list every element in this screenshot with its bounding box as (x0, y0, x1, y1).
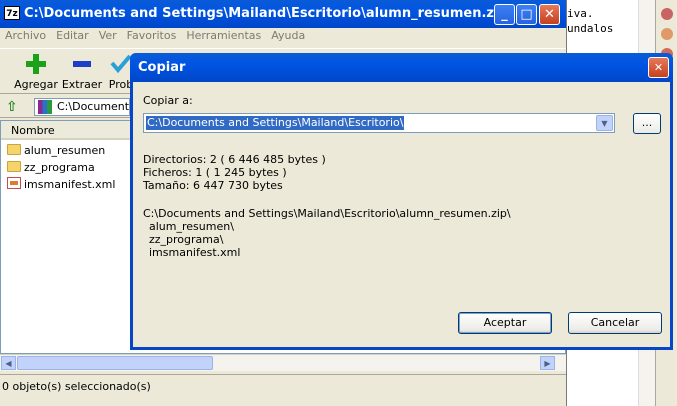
tool-icon[interactable] (661, 28, 673, 40)
list-item[interactable]: zz_programa (7, 160, 95, 176)
add-button[interactable]: Agregar (14, 53, 58, 91)
browse-button[interactable]: ... (633, 113, 661, 134)
check-icon (110, 53, 132, 75)
editor-text: iva. undalos (567, 7, 614, 35)
close-button[interactable]: ✕ (539, 4, 560, 25)
up-folder-icon[interactable]: ⇧ (6, 99, 22, 115)
menu-archivo[interactable]: Archivo (0, 28, 51, 44)
xml-file-icon (7, 177, 21, 189)
plus-icon (25, 53, 47, 75)
menu-herramientas[interactable]: Herramientas (181, 28, 266, 44)
menu-editar[interactable]: Editar (51, 28, 94, 44)
record-icon[interactable] (661, 8, 673, 20)
dialog-title-bar[interactable]: Copiar ✕ (130, 53, 673, 82)
address-text: C:\Documents a (57, 100, 130, 113)
chevron-down-icon[interactable]: ▼ (596, 115, 613, 131)
copy-to-label: Copiar a: (143, 94, 193, 107)
file-name: imsmanifest.xml (24, 178, 116, 191)
menu-ver[interactable]: Ver (94, 28, 122, 44)
cancel-button[interactable]: Cancelar (568, 312, 662, 334)
file-name: alum_resumen (24, 144, 106, 157)
extract-label: Extraer (61, 78, 103, 91)
window-title: C:\Documents and Settings\Mailand\Escrit… (24, 6, 513, 21)
minus-icon (71, 53, 93, 75)
minimize-button[interactable]: _ (494, 4, 515, 25)
status-bar: 0 objeto(s) seleccionado(s) (0, 374, 566, 406)
destination-value[interactable]: C:\Documents and Settings\Mailand\Escrit… (146, 116, 405, 130)
folder-icon (7, 161, 21, 172)
dialog-body: Copiar a: C:\Documents and Settings\Mail… (133, 82, 670, 347)
menu-ayuda[interactable]: Ayuda (266, 28, 310, 44)
directories-stat: Directorios: 2 ( 6 446 485 bytes ) (143, 153, 326, 166)
dialog-title: Copiar (138, 60, 186, 75)
list-item[interactable]: imsmanifest.xml (7, 177, 115, 193)
app-icon: 7z (4, 6, 20, 20)
maximize-button[interactable]: □ (516, 4, 537, 25)
source-item: zz_programa\ (149, 233, 224, 246)
menu-favoritos[interactable]: Favoritos (122, 28, 182, 44)
accept-button[interactable]: Aceptar (458, 312, 552, 334)
folder-icon (7, 144, 21, 155)
size-stat: Tamaño: 6 447 730 bytes (143, 179, 283, 192)
source-item: alum_resumen\ (149, 220, 234, 233)
destination-combo[interactable]: C:\Documents and Settings\Mailand\Escrit… (143, 113, 615, 133)
scroll-thumb[interactable] (17, 356, 213, 370)
archive-icon (38, 100, 52, 114)
address-combo[interactable]: C:\Documents a (34, 98, 130, 116)
source-item: imsmanifest.xml (149, 246, 241, 259)
column-header-name[interactable]: Nombre (1, 121, 131, 140)
add-label: Agregar (14, 78, 58, 91)
file-name: zz_programa (24, 161, 95, 174)
scroll-right-icon[interactable]: ▶ (540, 356, 555, 370)
status-text: 0 objeto(s) seleccionado(s) (2, 380, 151, 393)
source-path: C:\Documents and Settings\Mailand\Escrit… (143, 207, 511, 220)
dialog-close-button[interactable]: ✕ (648, 57, 669, 78)
menu-bar: Archivo Editar Ver Favoritos Herramientas Ayu… (0, 28, 566, 46)
scroll-left-icon[interactable]: ◀ (1, 356, 16, 370)
copy-dialog: Copiar ✕ Copiar a: C:\Documents and Sett… (130, 53, 673, 350)
list-item[interactable]: alum_resumen (7, 143, 105, 159)
title-bar[interactable]: 7z C:\Documents and Settings\Mailand\Esc… (0, 0, 566, 28)
horizontal-scrollbar[interactable]: ◀ ▶ (0, 354, 566, 371)
files-stat: Ficheros: 1 ( 1 245 bytes ) (143, 166, 287, 179)
extract-button[interactable]: Extraer (60, 53, 104, 91)
